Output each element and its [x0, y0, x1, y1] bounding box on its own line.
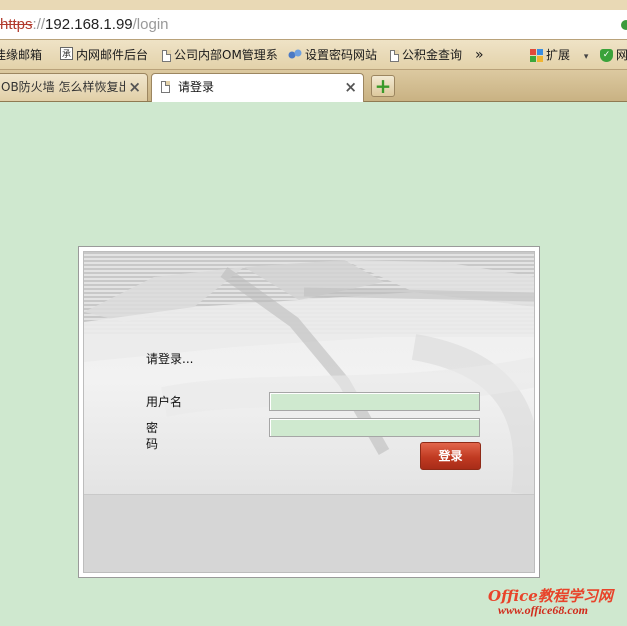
bookmark-label: 公司内部OM管理系 — [174, 48, 278, 62]
login-panel-inner: 请登录... 用户名 密 码 登录 — [83, 251, 535, 573]
document-icon — [390, 49, 399, 62]
bookmark-item[interactable]: 佳缘邮箱 — [0, 47, 42, 63]
url-host: 192.168.1.99 — [45, 16, 133, 33]
bookmark-label: 设置密码网站 — [305, 48, 378, 62]
extensions-button[interactable]: 扩展 ▾ — [530, 47, 588, 63]
go-icon[interactable] — [621, 20, 627, 30]
password-label-line1: 密 — [146, 421, 159, 435]
bookmarks-overflow-button[interactable]: » — [475, 47, 484, 63]
tab-label: 请登录 — [178, 80, 215, 94]
bookmarks-bar: 佳缘邮箱 承 内网邮件后台 公司内部OM管理系 设置密码网站 公积金查询 » 扩… — [0, 40, 627, 70]
login-button[interactable]: 登录 — [420, 442, 481, 470]
bookmark-item[interactable]: 公司内部OM管理系 — [162, 47, 278, 63]
url-separator: :// — [32, 16, 46, 33]
username-label: 用户名 — [146, 395, 183, 409]
password-label-line2: 码 — [146, 437, 159, 451]
bookmark-item[interactable]: 公积金查询 — [390, 47, 462, 63]
bookmark-label: 佳缘邮箱 — [0, 48, 43, 62]
address-bar[interactable]: https://192.168.1.99/login — [0, 10, 627, 40]
bookmark-item[interactable]: 设置密码网站 — [288, 47, 377, 63]
chevron-down-icon: ▾ — [583, 52, 589, 62]
svg-text:承: 承 — [62, 49, 71, 60]
bookmark-item[interactable]: 承 内网邮件后台 — [60, 47, 148, 63]
bookmark-label: 内网邮件后台 — [76, 48, 149, 62]
bookmark-label: 公积金查询 — [402, 48, 463, 62]
link-icon — [288, 48, 302, 64]
username-field[interactable] — [269, 392, 480, 411]
tab-login[interactable]: 请登录 × — [151, 73, 364, 102]
tab-label: OB防火墙 怎么样恢复出厂 — [1, 80, 125, 94]
login-panel: 请登录... 用户名 密 码 登录 — [78, 246, 540, 578]
panel-footer — [84, 494, 534, 572]
close-icon[interactable]: × — [344, 74, 357, 100]
document-icon — [162, 49, 171, 62]
close-icon[interactable]: × — [128, 74, 141, 100]
url-protocol: https — [0, 16, 33, 33]
extensions-icon — [530, 49, 543, 62]
tab-firewall[interactable]: OB防火墙 怎么样恢复出厂 × — [0, 73, 148, 101]
tab-strip: OB防火墙 怎么样恢复出厂 × 请登录 × — [0, 70, 627, 102]
window-top-strip — [0, 0, 627, 10]
new-tab-button[interactable]: + — [371, 75, 395, 97]
url-text[interactable]: https://192.168.1.99/login — [0, 16, 169, 33]
document-icon — [161, 81, 170, 93]
shield-label: 网 — [616, 48, 627, 62]
extensions-label: 扩展 — [546, 48, 571, 62]
security-shield-button[interactable]: ✓ 网 — [600, 47, 627, 63]
shield-icon: ✓ — [600, 49, 613, 62]
url-path: /login — [132, 16, 169, 33]
site-favicon-icon: 承 — [60, 47, 73, 64]
login-prompt: 请登录... — [146, 352, 194, 366]
watermark-url: www.office68.com — [498, 603, 588, 617]
password-field[interactable] — [269, 418, 480, 437]
